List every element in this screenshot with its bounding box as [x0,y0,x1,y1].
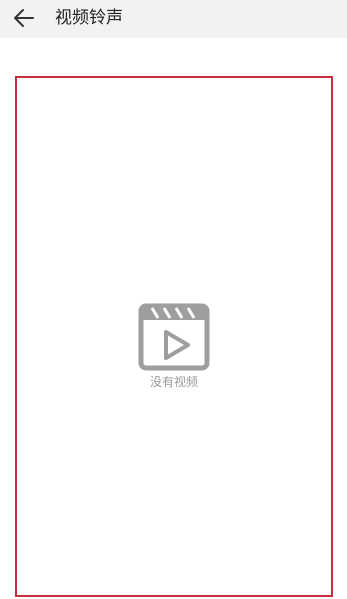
video-preview-area[interactable]: 没有视频 [15,76,333,597]
empty-state: 没有视频 [17,303,331,389]
app-bar: 视频铃声 [0,0,347,38]
back-button[interactable] [10,4,38,32]
video-clapperboard-icon [138,303,210,371]
empty-state-label: 没有视频 [149,375,198,389]
page-title: 视频铃声 [55,8,123,28]
arrow-left-icon [14,9,34,27]
